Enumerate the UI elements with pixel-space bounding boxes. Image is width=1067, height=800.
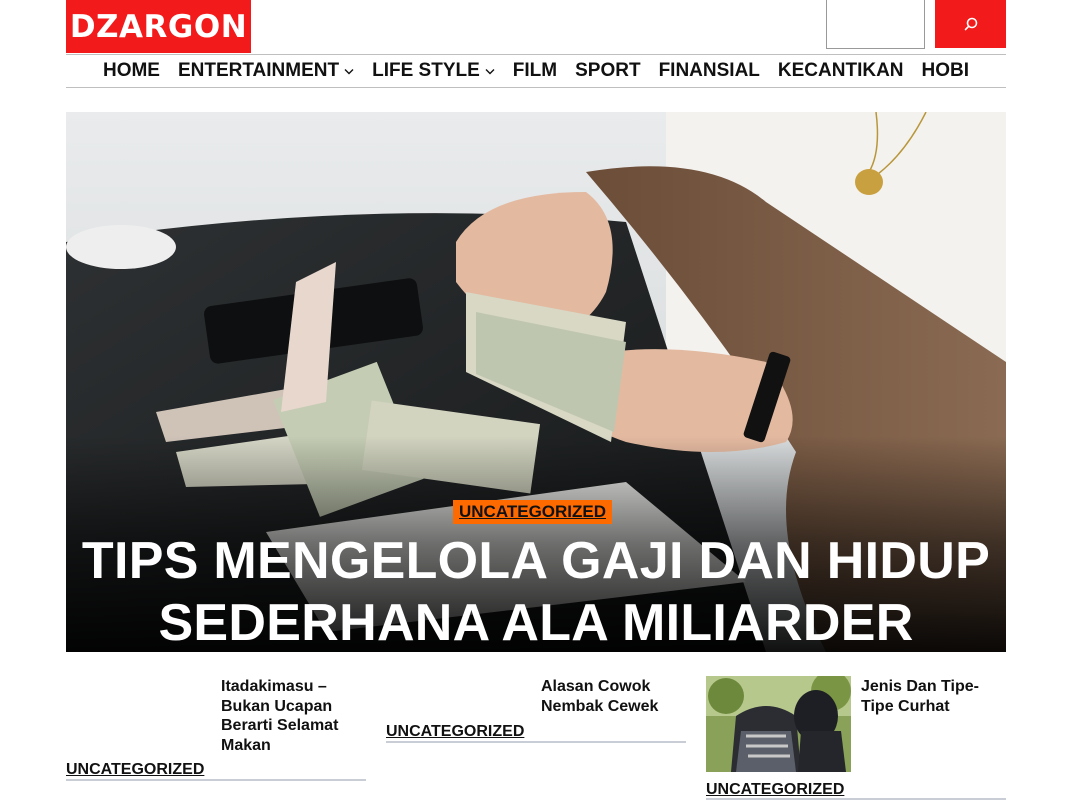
post-card-category[interactable]: UNCATEGORIZED xyxy=(386,723,524,741)
nav-item-label: HOBI xyxy=(921,60,970,81)
post-card-title[interactable]: Alasan Cowok Nembak Cewek xyxy=(541,677,681,716)
hero-title-line-2: SEDERHANA ALA MILIARDER xyxy=(158,594,914,652)
search-icon xyxy=(964,17,977,31)
logo-text: DZARGON xyxy=(69,8,248,45)
nav-item-entertainment[interactable]: ENTERTAINMENT xyxy=(178,60,354,82)
post-card-title[interactable]: Jenis Dan Tipe-Tipe Curhat xyxy=(861,677,1001,716)
nav-item-sport[interactable]: SPORT xyxy=(575,60,640,82)
nav-item-label: HOME xyxy=(102,60,160,81)
hero-featured-post[interactable]: UNCATEGORIZED TIPS MENGELOLA GAJI DAN HI… xyxy=(66,112,1006,652)
hero-title[interactable]: TIPS MENGELOLA GAJI DAN HIDUP SEDERHANA … xyxy=(66,530,1006,652)
hero-category-badge[interactable]: UNCATEGORIZED xyxy=(453,500,613,524)
post-card-title[interactable]: Itadakimasu – Bukan Ucapan Berarti Selam… xyxy=(221,677,361,755)
nav-item-hobi[interactable]: HOBI xyxy=(922,60,970,82)
post-card-image xyxy=(706,676,851,772)
nav-item-film[interactable]: FILM xyxy=(513,60,557,82)
hero-title-line-1: TIPS MENGELOLA GAJI DAN HIDUP xyxy=(81,532,991,590)
divider xyxy=(386,741,686,743)
post-card-thumbnail[interactable] xyxy=(706,676,851,772)
nav-item-label: SPORT xyxy=(575,60,641,81)
nav-item-label: FILM xyxy=(512,60,558,81)
site-logo[interactable]: DZARGON xyxy=(66,0,251,53)
nav-item-label: LIFE STYLE xyxy=(372,60,480,81)
divider xyxy=(66,779,366,781)
chevron-down-icon xyxy=(344,68,354,75)
chevron-down-icon xyxy=(485,68,495,75)
nav-item-home[interactable]: HOME xyxy=(103,60,160,82)
search-input[interactable] xyxy=(826,0,925,49)
nav-item-label: KECANTIKAN xyxy=(777,60,904,81)
nav-item-label: ENTERTAINMENT xyxy=(177,60,340,81)
nav-item-kecantikan[interactable]: KECANTIKAN xyxy=(778,60,904,82)
post-card-category[interactable]: UNCATEGORIZED xyxy=(706,781,844,799)
main-nav: HOME ENTERTAINMENT LIFE STYLE FILM SPORT… xyxy=(66,54,1006,88)
nav-item-finansial[interactable]: FINANSIAL xyxy=(659,60,760,82)
nav-item-label: FINANSIAL xyxy=(658,60,760,81)
post-card-category[interactable]: UNCATEGORIZED xyxy=(66,761,204,779)
search-button[interactable] xyxy=(935,0,1006,48)
nav-item-life-style[interactable]: LIFE STYLE xyxy=(372,60,495,82)
